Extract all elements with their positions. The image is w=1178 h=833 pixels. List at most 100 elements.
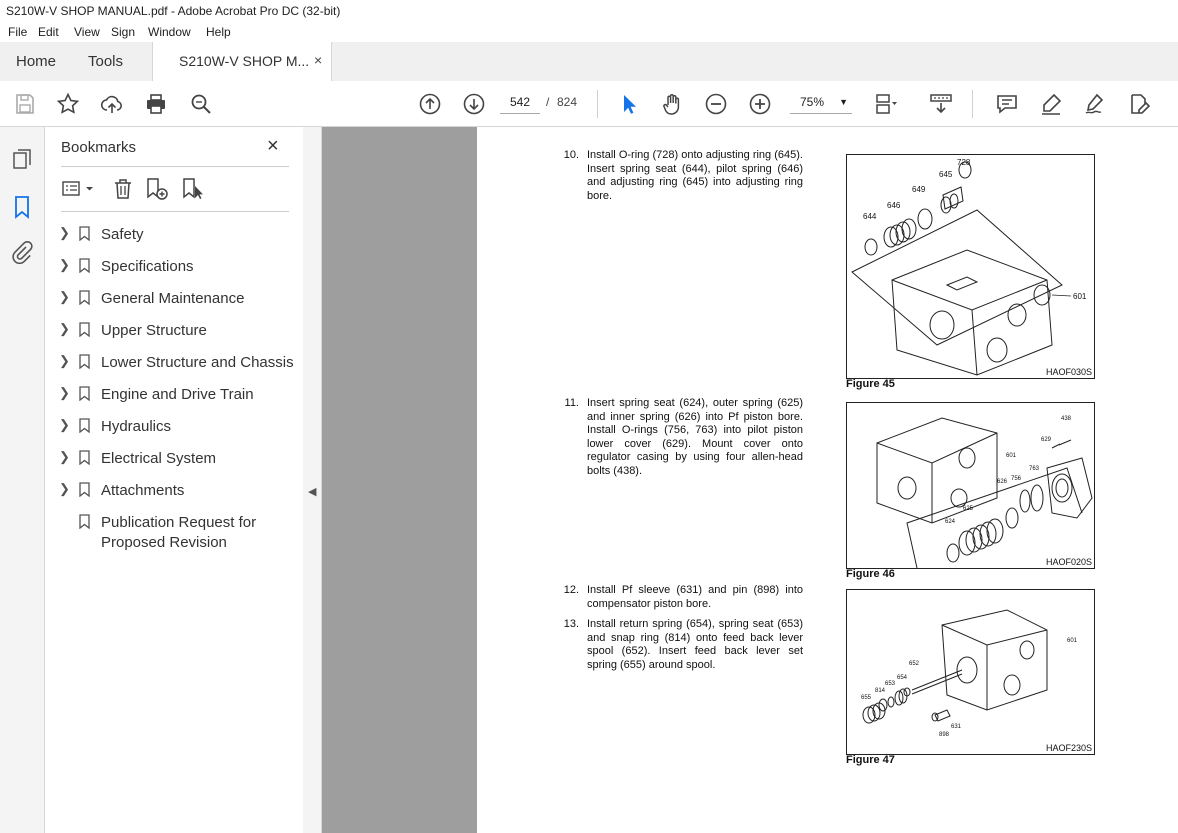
- step-text: Insert spring seat (624), outer spring (…: [587, 397, 803, 477]
- bookmark-item[interactable]: ❯ Attachments: [57, 479, 297, 503]
- callout-label: 898: [939, 732, 950, 738]
- zoom-select[interactable]: 75% ▼: [790, 91, 852, 114]
- highlight-icon[interactable]: [1038, 91, 1064, 117]
- figure-45-drawing: 728 645 649 646 644 601 HAOF030S: [846, 154, 1095, 379]
- callout-label: 655: [861, 695, 872, 701]
- menu-view[interactable]: View: [74, 25, 100, 39]
- figure-caption: Figure 46: [846, 568, 895, 580]
- next-page-icon[interactable]: [461, 91, 487, 117]
- bookmark-item[interactable]: ❯ General Maintenance: [57, 287, 297, 311]
- bookmark-item[interactable]: ❯ Safety: [57, 223, 297, 247]
- zoom-value: 75%: [800, 95, 825, 109]
- step-text: Install Pf sleeve (631) and pin (898) in…: [587, 584, 803, 610]
- exploded-view-drawing: 601 652 654 653 814 655 631 898: [861, 609, 1078, 738]
- figure-code: HAOF230S: [1045, 743, 1092, 753]
- chevron-right-icon[interactable]: ❯: [59, 321, 70, 337]
- callout-label: 624: [945, 519, 956, 525]
- page-layout-icon[interactable]: [873, 91, 899, 117]
- chevron-right-icon[interactable]: ❯: [59, 481, 70, 497]
- step-number: 11.: [564, 397, 579, 409]
- figure-47-drawing: 601 652 654 653 814 655 631 898 HAOF230S: [846, 589, 1095, 755]
- hand-icon[interactable]: [659, 91, 685, 117]
- bookmark-item[interactable]: ❯ Specifications: [57, 255, 297, 279]
- bookmarks-panel: Bookmarks × ❯ Safety ❯ Specifications ❯ …: [45, 127, 303, 833]
- callout-label: 601: [1073, 292, 1087, 301]
- tab-document[interactable]: S210W-V SHOP M... ×: [152, 42, 332, 82]
- menu-bar: File Edit View Sign Window Help: [0, 22, 1178, 42]
- bookmark-star-icon[interactable]: [55, 91, 81, 117]
- bookmark-label: Lower Structure and Chassis: [101, 354, 294, 371]
- callout-label: 601: [1067, 638, 1078, 644]
- bookmark-item[interactable]: ❯ Lower Structure and Chassis: [57, 351, 297, 375]
- collapse-arrow-icon[interactable]: ◀: [308, 485, 316, 498]
- tab-tools[interactable]: Tools: [88, 53, 123, 70]
- toolbar-divider: [597, 90, 598, 118]
- menu-edit[interactable]: Edit: [38, 25, 59, 39]
- prev-page-icon[interactable]: [417, 91, 443, 117]
- bookmark-item[interactable]: Publication Request for Proposed Revisio…: [57, 511, 297, 555]
- callout-label: 438: [1061, 416, 1072, 422]
- scroll-mode-icon[interactable]: [928, 91, 954, 117]
- bookmark-label: Electrical System: [101, 450, 217, 467]
- bookmark-label: Engine and Drive Train: [101, 386, 254, 403]
- page-thumbnails-icon[interactable]: [10, 147, 34, 171]
- chevron-right-icon[interactable]: ❯: [59, 353, 70, 369]
- document-viewer[interactable]: 10. Install O-ring (728) onto adjusting …: [322, 127, 1178, 833]
- chevron-right-icon[interactable]: ❯: [59, 289, 70, 305]
- figure-code: HAOF020S: [1045, 557, 1092, 567]
- navigation-rail: [0, 127, 45, 833]
- upload-icon[interactable]: [99, 91, 125, 117]
- bookmark-label: Specifications: [101, 258, 194, 275]
- chevron-right-icon[interactable]: ❯: [59, 417, 70, 433]
- exploded-view-drawing: 438 629 601 763 626 756 625 624: [876, 416, 1093, 568]
- tab-close-icon[interactable]: ×: [314, 52, 322, 68]
- step-number: 13.: [563, 618, 579, 630]
- bookmark-options-icon[interactable]: [61, 177, 97, 201]
- figure-46-drawing: 438 629 601 763 626 756 625 624 HAOF020S: [846, 402, 1095, 569]
- menu-window[interactable]: Window: [148, 25, 191, 39]
- zoom-in-icon[interactable]: [747, 91, 773, 117]
- attachments-icon[interactable]: [10, 240, 34, 265]
- select-arrow-icon[interactable]: [615, 91, 641, 117]
- callout-label: 629: [1041, 437, 1052, 443]
- save-icon[interactable]: [12, 91, 38, 117]
- bookmark-label: Upper Structure: [101, 322, 207, 339]
- bookmark-label: Safety: [101, 226, 144, 243]
- callout-label: 763: [1029, 466, 1040, 472]
- edit-pdf-icon[interactable]: [1126, 91, 1152, 117]
- zoom-out-icon[interactable]: [703, 91, 729, 117]
- callout-label: 645: [939, 170, 953, 179]
- bookmark-item[interactable]: ❯ Engine and Drive Train: [57, 383, 297, 407]
- figure-caption: Figure 47: [846, 754, 895, 766]
- figure-caption: Figure 45: [846, 378, 895, 390]
- bookmark-flag-icon: [79, 514, 90, 529]
- chevron-right-icon[interactable]: ❯: [59, 385, 70, 401]
- menu-help[interactable]: Help: [206, 25, 231, 39]
- chevron-right-icon[interactable]: ❯: [59, 257, 70, 273]
- callout-label: 646: [887, 201, 901, 210]
- print-icon[interactable]: [143, 91, 169, 117]
- bookmark-from-selection-icon[interactable]: [181, 177, 205, 201]
- delete-bookmark-icon[interactable]: [111, 177, 135, 201]
- menu-file[interactable]: File: [8, 25, 27, 39]
- tab-home[interactable]: Home: [16, 53, 56, 70]
- bookmark-item[interactable]: ❯ Electrical System: [57, 447, 297, 471]
- close-icon[interactable]: ×: [267, 135, 279, 158]
- bookmark-flag-icon: [79, 322, 90, 337]
- bookmark-flag-icon: [79, 226, 90, 241]
- callout-label: 644: [863, 212, 877, 221]
- sign-icon[interactable]: [1082, 91, 1108, 117]
- bookmark-item[interactable]: ❯ Hydraulics: [57, 415, 297, 439]
- chevron-right-icon[interactable]: ❯: [59, 225, 70, 241]
- panel-collapse-handle[interactable]: ◀: [303, 127, 322, 833]
- chevron-right-icon[interactable]: ❯: [59, 449, 70, 465]
- bookmarks-icon[interactable]: [10, 195, 34, 219]
- page-number-input[interactable]: 542: [500, 91, 540, 114]
- bookmark-item[interactable]: ❯ Upper Structure: [57, 319, 297, 343]
- panel-divider: [61, 166, 289, 167]
- comment-icon[interactable]: [994, 91, 1020, 117]
- bookmark-flag-icon: [79, 354, 90, 369]
- find-icon[interactable]: [188, 91, 214, 117]
- menu-sign[interactable]: Sign: [111, 25, 135, 39]
- new-bookmark-icon[interactable]: [145, 177, 169, 201]
